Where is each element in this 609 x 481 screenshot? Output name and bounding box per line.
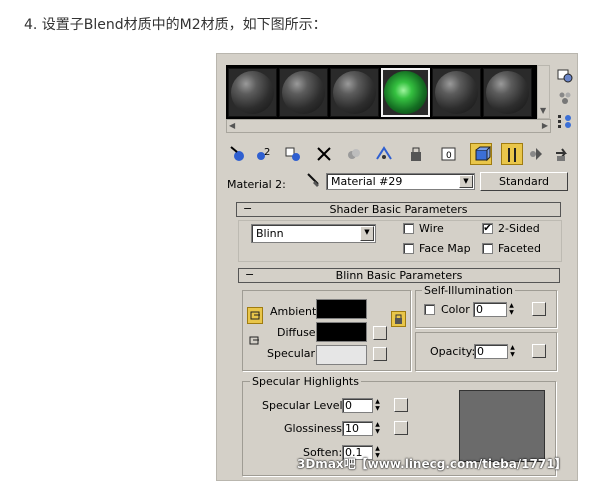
faceted-checkbox[interactable] <box>482 243 493 254</box>
go-to-parent-icon[interactable] <box>526 143 548 165</box>
two-sided-checkbox[interactable]: ✔ <box>482 223 493 234</box>
specular-highlights-title: Specular Highlights <box>250 375 361 388</box>
lock-ambient-diffuse-icon[interactable] <box>247 307 263 324</box>
scroll-down-icon[interactable]: ▼ <box>540 106 546 116</box>
get-material-icon[interactable] <box>228 143 250 165</box>
glossiness-spinner[interactable]: 10 <box>342 421 373 436</box>
spinner-arrows-icon[interactable]: ▲ ▼ <box>373 398 382 413</box>
shader-type-dropdown[interactable]: Blinn ▼ <box>251 224 376 243</box>
material-slot-label: Material 2: <box>227 178 286 191</box>
faceted-label: Faceted <box>498 242 541 255</box>
watermark: 3Dmax吧【www.linecg.com/tieba/1771】 <box>297 457 567 471</box>
glossiness-value: 10 <box>345 422 359 435</box>
glossiness-map-button[interactable] <box>394 421 408 435</box>
material-sphere <box>333 71 376 114</box>
make-unique-icon[interactable] <box>373 143 395 165</box>
specular-level-map-button[interactable] <box>394 398 408 412</box>
sample-type-icon[interactable] <box>557 67 573 83</box>
show-end-result-icon[interactable] <box>501 143 523 165</box>
material-sphere <box>384 71 427 114</box>
ambient-color-swatch[interactable] <box>316 299 367 319</box>
self-illum-spinner[interactable]: 0 <box>473 302 507 317</box>
specular-color-swatch[interactable] <box>316 345 367 365</box>
backlight-icon[interactable] <box>557 90 573 106</box>
self-illum-color-checkbox[interactable] <box>424 304 435 315</box>
self-illumination-title: Self-Illumination <box>422 284 515 297</box>
instruction-caption: 4. 设置子Blend材质中的M2材质，如下图所示： <box>24 17 327 33</box>
sample-slot[interactable] <box>330 68 379 117</box>
material-sphere <box>486 71 529 114</box>
opacity-label: Opacity: <box>430 345 476 358</box>
diffuse-label: Diffuse: <box>277 326 320 339</box>
chevron-down-icon[interactable]: ▼ <box>459 175 473 188</box>
glossiness-label: Glossiness: <box>284 422 346 435</box>
shader-basic-parameters-rollout[interactable]: − Shader Basic Parameters <box>236 202 561 217</box>
lock-diffuse-specular-icon[interactable] <box>247 333 263 350</box>
show-map-in-viewport-icon[interactable] <box>470 143 492 165</box>
sample-slots-horizontal-scrollbar[interactable]: ◀ ▶ <box>226 119 551 133</box>
lock-map-icon[interactable] <box>391 311 406 327</box>
svg-text:2: 2 <box>264 147 270 158</box>
background-icon[interactable] <box>557 113 573 129</box>
two-sided-label: 2-Sided <box>498 222 540 235</box>
face-map-label: Face Map <box>419 242 471 255</box>
self-illum-color-label: Color <box>441 303 470 316</box>
rollout-title: Shader Basic Parameters <box>329 203 468 216</box>
material-type-button[interactable]: Standard <box>480 172 568 191</box>
eyedropper-icon[interactable] <box>305 172 321 188</box>
specular-level-value: 0 <box>345 399 352 412</box>
svg-text:0: 0 <box>446 151 452 161</box>
spinner-arrows-icon[interactable]: ▲ ▼ <box>507 302 516 317</box>
opacity-value: 0 <box>477 345 484 358</box>
specular-label: Specular: <box>267 347 319 360</box>
rollout-title: Blinn Basic Parameters <box>335 269 463 282</box>
spinner-arrows-icon[interactable]: ▲ ▼ <box>508 344 517 359</box>
sample-slot[interactable] <box>483 68 532 117</box>
wire-label: Wire <box>419 222 444 235</box>
assign-to-selection-icon[interactable] <box>283 143 305 165</box>
opacity-map-button[interactable] <box>532 344 546 358</box>
highlight-curve-preview <box>459 390 545 462</box>
sample-slot[interactable] <box>228 68 277 117</box>
opacity-spinner[interactable]: 0 <box>474 344 508 359</box>
material-name-field[interactable]: Material #29 ▼ <box>326 173 475 190</box>
sample-slots-vertical-scrollbar[interactable]: ▼ <box>537 65 550 119</box>
specular-level-spinner[interactable]: 0 <box>342 398 373 413</box>
put-to-scene-icon[interactable]: 2 <box>253 143 275 165</box>
put-to-library-icon[interactable] <box>406 143 428 165</box>
shader-type-value: Blinn <box>256 227 284 240</box>
diffuse-color-swatch[interactable] <box>316 322 367 342</box>
material-sphere <box>282 71 325 114</box>
self-illum-value: 0 <box>476 303 483 316</box>
ambient-label: Ambient: <box>270 305 321 318</box>
make-copy-icon[interactable] <box>343 143 365 165</box>
blinn-basic-parameters-rollout[interactable]: − Blinn Basic Parameters <box>238 268 560 283</box>
material-sphere <box>435 71 478 114</box>
collapse-icon: − <box>245 268 255 281</box>
sample-slots <box>226 65 537 119</box>
specular-map-button[interactable] <box>373 347 387 361</box>
specular-level-label: Specular Level: <box>262 399 347 412</box>
chevron-down-icon[interactable]: ▼ <box>360 226 374 241</box>
self-illum-map-button[interactable] <box>532 302 546 316</box>
checkmark-icon: ✔ <box>483 223 492 234</box>
sample-slot[interactable] <box>432 68 481 117</box>
material-effects-channel-icon[interactable]: 0 <box>438 143 460 165</box>
diffuse-map-button[interactable] <box>373 326 387 340</box>
scroll-right-icon[interactable]: ▶ <box>542 121 548 131</box>
material-toolbar: 2 0 <box>228 143 573 167</box>
scroll-left-icon[interactable]: ◀ <box>229 121 235 131</box>
collapse-icon: − <box>243 202 253 215</box>
reset-map-icon[interactable] <box>313 143 335 165</box>
sample-slot[interactable] <box>279 68 328 117</box>
wire-checkbox[interactable] <box>403 223 414 234</box>
spinner-arrows-icon[interactable]: ▲ ▼ <box>373 421 382 436</box>
face-map-checkbox[interactable] <box>403 243 414 254</box>
material-name-value: Material #29 <box>331 175 403 188</box>
go-forward-to-sibling-icon[interactable] <box>551 143 573 165</box>
sample-slot-active[interactable] <box>381 68 430 117</box>
material-sphere <box>231 71 274 114</box>
